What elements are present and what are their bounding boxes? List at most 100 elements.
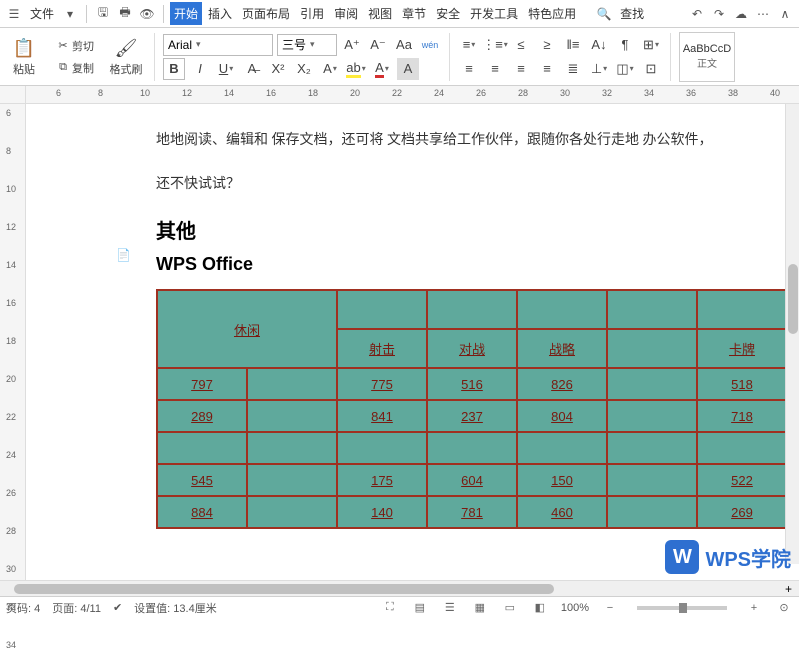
- table-header[interactable]: 卡牌: [697, 329, 787, 368]
- increase-indent-button[interactable]: ≥: [536, 34, 558, 56]
- scrollbar-thumb[interactable]: [14, 584, 554, 594]
- table-cell[interactable]: 518: [697, 368, 787, 400]
- table-cell[interactable]: [247, 496, 337, 528]
- table-cell-link[interactable]: 522: [731, 473, 753, 488]
- table-cell[interactable]: 522: [697, 464, 787, 496]
- view-draft-icon[interactable]: ◧: [531, 600, 549, 616]
- table-header-link[interactable]: 卡牌: [729, 342, 755, 357]
- search-icon[interactable]: 🔍: [594, 4, 614, 24]
- tab-dev-tools[interactable]: 开发工具: [466, 2, 522, 25]
- table-cell-link[interactable]: 289: [191, 409, 213, 424]
- cut-button[interactable]: ✂剪切: [52, 36, 98, 56]
- text-effects-button[interactable]: A▾: [319, 58, 341, 80]
- table-cell[interactable]: 140: [337, 496, 427, 528]
- add-view-icon[interactable]: +: [785, 582, 799, 596]
- table-cell[interactable]: [247, 432, 337, 464]
- scrollbar-vertical[interactable]: [785, 104, 799, 564]
- paste-button[interactable]: 📋 粘贴: [4, 31, 44, 83]
- table-header-link[interactable]: 休闲: [234, 323, 260, 338]
- line-spacing-button[interactable]: ‖≡: [562, 34, 584, 56]
- view-web-icon[interactable]: ▦: [471, 600, 489, 616]
- table-cell[interactable]: [607, 368, 697, 400]
- table-header[interactable]: 射击: [337, 329, 427, 368]
- table-header-link[interactable]: 射击: [369, 342, 395, 357]
- table-cell-link[interactable]: 150: [551, 473, 573, 488]
- status-page-count[interactable]: 页面: 4/11: [52, 600, 101, 616]
- tab-stops-button[interactable]: ⊥▾: [588, 58, 610, 80]
- zoom-slider[interactable]: [637, 606, 727, 610]
- preview-icon[interactable]: 👁: [137, 4, 157, 24]
- format-painter-button[interactable]: 🖌 格式刷: [106, 31, 146, 83]
- table-cell[interactable]: 826: [517, 368, 607, 400]
- table-cell[interactable]: 237: [427, 400, 517, 432]
- table-cell[interactable]: [337, 290, 427, 329]
- table-cell[interactable]: 545: [157, 464, 247, 496]
- table-cell[interactable]: 269: [697, 496, 787, 528]
- cloud-icon[interactable]: ☁: [731, 4, 751, 24]
- hamburger-icon[interactable]: ☰: [4, 4, 24, 24]
- scrollbar-horizontal[interactable]: +: [0, 580, 799, 596]
- borders-button[interactable]: ⊞▾: [640, 34, 662, 56]
- subscript-button[interactable]: X₂: [293, 58, 315, 80]
- view-outline-icon[interactable]: ☰: [441, 600, 459, 616]
- table-cell-link[interactable]: 175: [371, 473, 393, 488]
- table-cell[interactable]: 781: [427, 496, 517, 528]
- tab-special[interactable]: 特色应用: [524, 2, 580, 25]
- page[interactable]: 📄 地地阅读、编辑和 保存文档，还可将 文档共享给工作伙伴，跟随你各处行走地 办…: [26, 104, 799, 580]
- heading-3[interactable]: WPS Office: [156, 254, 799, 275]
- table-cell[interactable]: [607, 290, 697, 329]
- paragraph[interactable]: 还不快试试？: [156, 168, 799, 202]
- ruler-horizontal[interactable]: 6810121416182022242628303234363840: [0, 86, 799, 104]
- strikethrough-button[interactable]: A̶: [241, 58, 263, 80]
- table-cell[interactable]: [607, 496, 697, 528]
- table-cell[interactable]: [427, 290, 517, 329]
- status-set-value[interactable]: 设置值: 13.4厘米: [134, 600, 217, 616]
- table-header-link[interactable]: 对战: [459, 342, 485, 357]
- redo-icon[interactable]: ↷: [709, 4, 729, 24]
- table-cell[interactable]: 884: [157, 496, 247, 528]
- bold-button[interactable]: B: [163, 58, 185, 80]
- table-cell-link[interactable]: 604: [461, 473, 483, 488]
- table-cell-link[interactable]: 140: [371, 505, 393, 520]
- table-cell[interactable]: 460: [517, 496, 607, 528]
- align-left-button[interactable]: ≡: [458, 58, 480, 80]
- table-cell-link[interactable]: 804: [551, 409, 573, 424]
- underline-button[interactable]: U▾: [215, 58, 237, 80]
- print-icon[interactable]: 🖶: [115, 4, 135, 24]
- chevron-down-icon[interactable]: ▾: [60, 4, 80, 24]
- paragraph-options-icon[interactable]: 📄: [116, 248, 132, 264]
- paragraph-button[interactable]: ⊡: [640, 58, 662, 80]
- superscript-button[interactable]: X²: [267, 58, 289, 80]
- table-cell[interactable]: [697, 432, 787, 464]
- table-cell[interactable]: 150: [517, 464, 607, 496]
- table-cell-link[interactable]: 545: [191, 473, 213, 488]
- copy-button[interactable]: ⧉复制: [52, 58, 98, 78]
- table-cell[interactable]: 289: [157, 400, 247, 432]
- heading-2[interactable]: 其他: [156, 215, 799, 244]
- table-cell[interactable]: 797: [157, 368, 247, 400]
- table-cell[interactable]: 604: [427, 464, 517, 496]
- tab-security[interactable]: 安全: [432, 2, 464, 25]
- tab-home[interactable]: 开始: [170, 2, 202, 25]
- table-cell[interactable]: 775: [337, 368, 427, 400]
- table-cell[interactable]: [247, 400, 337, 432]
- fit-page-icon[interactable]: ⊙: [775, 600, 793, 616]
- fullscreen-icon[interactable]: ⛶: [381, 600, 399, 616]
- table-cell[interactable]: [697, 290, 787, 329]
- zoom-in-button[interactable]: +: [745, 600, 763, 616]
- font-size-select[interactable]: 三号▾: [277, 34, 337, 56]
- table-cell-link[interactable]: 516: [461, 377, 483, 392]
- table-header[interactable]: 休闲: [157, 290, 337, 368]
- table-cell[interactable]: [607, 400, 697, 432]
- tab-review[interactable]: 审阅: [330, 2, 362, 25]
- tab-view[interactable]: 视图: [364, 2, 396, 25]
- tab-insert[interactable]: 插入: [204, 2, 236, 25]
- save-icon[interactable]: 🖫: [93, 4, 113, 24]
- undo-icon[interactable]: ↶: [687, 4, 707, 24]
- table-header-link[interactable]: 战略: [549, 342, 575, 357]
- table-cell[interactable]: 516: [427, 368, 517, 400]
- view-read-icon[interactable]: ▭: [501, 600, 519, 616]
- tab-references[interactable]: 引用: [296, 2, 328, 25]
- table-cell[interactable]: [157, 432, 247, 464]
- table-cell-link[interactable]: 518: [731, 377, 753, 392]
